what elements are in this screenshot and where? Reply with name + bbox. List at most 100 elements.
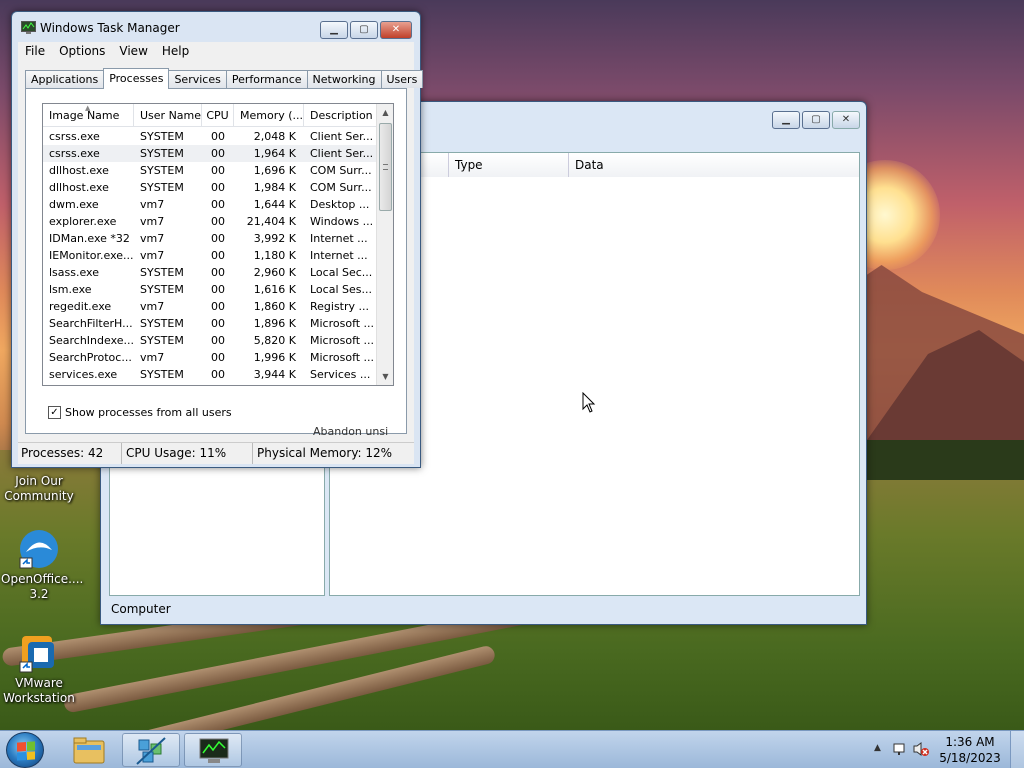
show-all-users-checkbox[interactable]: ✓ <box>48 406 61 419</box>
column-header-cpu[interactable]: CPU <box>202 104 234 127</box>
process-memory: 1,696 K <box>253 164 296 177</box>
process-cpu: 00 <box>211 351 225 364</box>
column-header-label: Description <box>310 109 373 122</box>
process-cpu: 00 <box>211 249 225 262</box>
close-button[interactable]: ✕ <box>380 21 412 39</box>
process-image-name: IEMonitor.exe... <box>49 249 134 262</box>
taskbar-network-install[interactable] <box>122 733 180 767</box>
sort-ascending-icon: ▲ <box>85 104 91 112</box>
show-all-users-option[interactable]: ✓ Show processes from all users <box>48 406 232 419</box>
treeline <box>860 440 1024 480</box>
menu-file[interactable]: File <box>18 42 52 62</box>
show-desktop-button[interactable] <box>1010 731 1024 768</box>
process-row[interactable]: explorer.exe vm7 00 21,404 K Windows ... <box>43 213 377 230</box>
minimize-button[interactable]: ▁ <box>320 21 348 39</box>
desktop-icon-vmware[interactable]: VMware Workstation <box>1 632 77 706</box>
process-image-name: SearchProtoc... <box>49 351 132 364</box>
process-user-name: SYSTEM <box>140 181 184 194</box>
process-cpu: 00 <box>211 232 225 245</box>
openoffice-icon <box>18 528 60 570</box>
scroll-up-arrow-icon[interactable]: ▲ <box>377 104 393 121</box>
column-header-type[interactable]: Type <box>449 153 569 177</box>
column-header-data[interactable]: Data <box>569 153 859 177</box>
show-hidden-icons-icon[interactable]: ▲ <box>874 743 881 753</box>
process-cpu: 00 <box>211 181 225 194</box>
process-row[interactable]: IEMonitor.exe... vm7 00 1,180 K Internet ... <box>43 247 377 264</box>
process-memory: 1,860 K <box>253 300 296 313</box>
column-header-image-name[interactable]: ▲ Image Name <box>43 104 134 127</box>
minimize-button[interactable]: ▁ <box>772 111 800 129</box>
clock-time: 1:36 AM <box>945 735 995 749</box>
desktop-icon-label: OpenOffice.... 3.2 <box>1 572 84 601</box>
tab-performance[interactable]: Performance <box>225 70 308 88</box>
column-header-user-name[interactable]: User Name <box>134 104 202 127</box>
window-caption-buttons: ▁ ▢ ✕ <box>320 21 412 39</box>
title-bar[interactable]: Windows Task Manager ▁ ▢ ✕ <box>12 12 420 42</box>
process-image-name: explorer.exe <box>49 215 117 228</box>
process-cpu: 00 <box>211 317 225 330</box>
tab-services[interactable]: Services <box>168 70 227 88</box>
process-row[interactable]: dllhost.exe SYSTEM 00 1,984 K COM Surr... <box>43 179 377 196</box>
process-row[interactable]: lsm.exe SYSTEM 00 1,616 K Local Ses... <box>43 281 377 298</box>
vertical-scrollbar[interactable]: ▲ ▼ <box>376 104 393 385</box>
process-description: Local Sec... <box>310 266 373 279</box>
network-install-icon <box>136 737 166 765</box>
start-button[interactable] <box>6 732 44 768</box>
process-row[interactable]: lsass.exe SYSTEM 00 2,960 K Local Sec... <box>43 264 377 281</box>
status-processes: Processes: 42 <box>18 443 122 464</box>
status-bar: Processes: 42 CPU Usage: 11% Physical Me… <box>18 442 414 464</box>
process-row[interactable]: SearchProtoc... vm7 00 1,996 K Microsoft ... <box>43 349 377 366</box>
desktop-icon-label: Join Our Community <box>4 474 74 503</box>
menu-options[interactable]: Options <box>52 42 112 62</box>
process-memory: 1,644 K <box>253 198 296 211</box>
desktop-icon-join-community[interactable]: Join Our Community <box>1 474 77 504</box>
process-row[interactable]: csrss.exe SYSTEM 00 1,964 K Client Ser... <box>43 145 377 162</box>
menu-bar: File Options View Help <box>18 42 414 62</box>
process-user-name: SYSTEM <box>140 317 184 330</box>
mouse-cursor-icon <box>582 392 596 413</box>
process-image-name: lsass.exe <box>49 266 99 279</box>
menu-help[interactable]: Help <box>155 42 196 62</box>
status-physical-memory: Physical Memory: 12% <box>257 446 393 460</box>
process-row[interactable]: csrss.exe SYSTEM 00 2,048 K Client Ser... <box>43 128 377 145</box>
clock[interactable]: 1:36 AM 5/18/2023 <box>938 734 1002 766</box>
tab-users[interactable]: Users <box>380 70 424 88</box>
process-row[interactable]: SearchFilterH... SYSTEM 00 1,896 K Microsoft… <box>43 315 377 332</box>
close-button[interactable]: ✕ <box>832 111 860 129</box>
maximize-button[interactable]: ▢ <box>350 21 378 39</box>
process-description: COM Surr... <box>310 181 372 194</box>
process-memory: 3,944 K <box>253 368 296 381</box>
task-manager-window[interactable]: Windows Task Manager ▁ ▢ ✕ File Options … <box>11 11 424 468</box>
process-description: Services ... <box>310 368 371 381</box>
process-row[interactable]: services.exe SYSTEM 00 3,944 K Services ... <box>43 366 377 383</box>
process-memory: 1,180 K <box>253 249 296 262</box>
process-row[interactable]: regedit.exe vm7 00 1,860 K Registry ... <box>43 298 377 315</box>
column-header-label: CPU <box>206 109 229 122</box>
processes-panel: ▲ Image Name User Name CPU Memory (... De… <box>25 88 409 455</box>
tab-processes[interactable]: Processes <box>103 68 170 89</box>
menu-view[interactable]: View <box>112 42 154 62</box>
tab-applications[interactable]: Applications <box>25 70 105 88</box>
column-header-memory[interactable]: Memory (... <box>234 104 304 127</box>
scroll-thumb[interactable] <box>379 123 392 211</box>
process-list[interactable]: ▲ Image Name User Name CPU Memory (... De… <box>42 103 394 386</box>
process-row[interactable]: SearchIndexe... SYSTEM 00 5,820 K Microsoft … <box>43 332 377 349</box>
taskbar-explorer[interactable] <box>60 733 118 767</box>
tab-strip: Applications Processes Services Performa… <box>25 68 424 89</box>
status-bar: Computer <box>109 598 860 620</box>
process-user-name: vm7 <box>140 351 165 364</box>
taskbar-task-manager[interactable] <box>184 733 242 767</box>
column-header-description[interactable]: Description <box>304 104 377 127</box>
process-memory: 1,996 K <box>253 351 296 364</box>
process-user-name: SYSTEM <box>140 266 184 279</box>
action-center-icon[interactable] <box>892 741 908 760</box>
process-row[interactable]: dwm.exe vm7 00 1,644 K Desktop ... <box>43 196 377 213</box>
scroll-down-arrow-icon[interactable]: ▼ <box>377 368 393 385</box>
process-row[interactable]: IDMan.exe *32 vm7 00 3,992 K Internet ... <box>43 230 377 247</box>
desktop-icon-openoffice[interactable]: OpenOffice.... 3.2 <box>1 528 83 602</box>
tab-networking[interactable]: Networking <box>306 70 382 88</box>
maximize-button[interactable]: ▢ <box>802 111 830 129</box>
process-row[interactable]: dllhost.exe SYSTEM 00 1,696 K COM Surr... <box>43 162 377 179</box>
volume-muted-icon[interactable] <box>912 741 930 760</box>
process-description: COM Surr... <box>310 164 372 177</box>
